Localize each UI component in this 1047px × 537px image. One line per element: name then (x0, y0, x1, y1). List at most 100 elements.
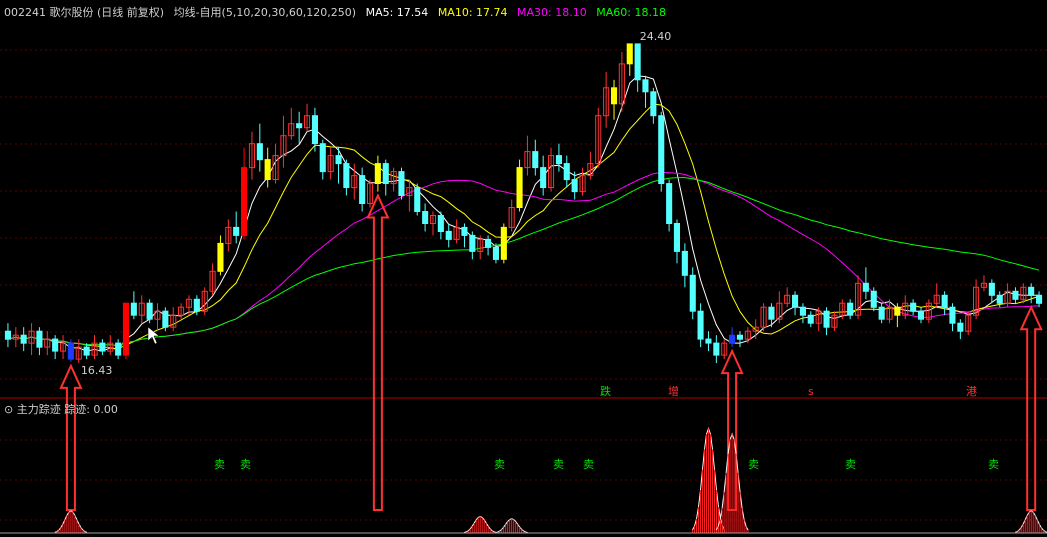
sell-label: 卖 (748, 458, 759, 471)
ma10-label: MA10: 17.74 (437, 6, 508, 19)
candle-body (122, 302, 130, 356)
price-annotation: 16.43 (81, 364, 113, 377)
candle-body (626, 43, 633, 65)
indicator-title: 主力踪迹 (16, 403, 61, 416)
candle-body (941, 294, 948, 308)
signal-mark-label: 跌 (600, 384, 611, 398)
candle-body (532, 151, 539, 169)
candle-body (681, 250, 688, 276)
candle-body (910, 302, 917, 312)
sell-label: 卖 (553, 458, 564, 471)
candle-body (422, 211, 429, 224)
candle-body (1012, 290, 1019, 300)
candle-body (461, 226, 468, 236)
sell-label: 卖 (494, 458, 505, 471)
sell-label: 卖 (845, 458, 856, 471)
candle-body (296, 123, 303, 129)
candle-body (319, 143, 326, 173)
candle-body (83, 346, 90, 356)
candle-body (957, 322, 964, 332)
candle-body (540, 167, 547, 189)
indicator-header: ⊙ 主力踪迹 踪迹: 0.00 (4, 401, 118, 417)
candle-body (658, 115, 665, 184)
candle-body (650, 91, 657, 117)
signal-mark-label: s (808, 385, 814, 398)
candle-body (359, 175, 366, 205)
candle-body (500, 226, 507, 260)
candle-body (115, 342, 122, 356)
candle-body (99, 342, 106, 352)
candle-body (1028, 286, 1035, 296)
candle-body (571, 179, 578, 193)
candle-body (847, 302, 854, 316)
candle-body (516, 167, 523, 209)
candle-body (862, 282, 869, 292)
candle-body (563, 163, 570, 181)
candle-body (689, 274, 696, 312)
candle-body (555, 155, 563, 165)
candle-body (20, 334, 27, 344)
candle-body (666, 183, 673, 225)
candle-body (642, 79, 649, 93)
ma-indicator-name: 均线-自用(5,10,20,30,60,120,250) (173, 6, 357, 19)
ma30-label: MA30: 18.10 (517, 6, 587, 19)
candle-body (673, 223, 681, 252)
candle-body (697, 310, 704, 340)
candle-body (611, 87, 618, 105)
candle-body (768, 306, 775, 320)
indicator-value: 踪迹: 0.00 (64, 403, 118, 416)
candle-body (233, 226, 240, 236)
candle-body (217, 242, 224, 272)
candle-body (4, 330, 11, 340)
stock-title: 002241 歌尔股份 (日线 前复权) (4, 6, 165, 19)
candle-body (485, 238, 492, 248)
candle-body (445, 230, 452, 240)
candle-body (256, 143, 263, 161)
stock-chart[interactable]: 24.40 16.43 卖 卖 卖 卖 卖 卖 卖 卖 跌 增 s 港 (0, 0, 1047, 537)
candle-body (713, 342, 720, 356)
candle-body (398, 171, 405, 197)
candle-body (988, 282, 995, 296)
candle-body (878, 306, 885, 320)
collapse-icon[interactable]: ⊙ (4, 403, 13, 416)
candle-body (949, 306, 956, 324)
price-annotation: 24.40 (640, 30, 672, 43)
candle-body (792, 294, 799, 308)
candle-body (705, 338, 712, 344)
candle-body (162, 310, 169, 328)
candle-body (823, 310, 830, 328)
candle-body (382, 163, 389, 185)
candle-body (894, 306, 901, 316)
candle-body (335, 155, 342, 165)
candle-body (343, 163, 350, 189)
candle-body (729, 334, 736, 344)
candle-body (414, 187, 421, 213)
candle-body (437, 215, 444, 232)
signal-mark-label: 增 (668, 384, 679, 398)
sell-label: 卖 (583, 458, 594, 471)
candle-body (634, 43, 641, 81)
sell-label: 卖 (214, 458, 225, 471)
sell-label: 卖 (240, 458, 251, 471)
candle-body (311, 115, 318, 145)
ma5-label: MA5: 17.54 (365, 6, 429, 19)
candle-body (917, 310, 925, 320)
buy-arrow-icon (366, 193, 390, 511)
candle-body (241, 167, 248, 236)
candle-body (130, 302, 137, 316)
candle-body (264, 159, 271, 181)
candle-body (52, 338, 59, 352)
signal-mark-label: 港 (966, 385, 977, 398)
candle-body (193, 298, 200, 312)
candle-body (996, 294, 1003, 304)
candle-body (807, 314, 814, 324)
candle-body (736, 334, 744, 340)
candle-body (870, 290, 877, 308)
candle-body (799, 306, 807, 316)
candle-body (1036, 294, 1043, 304)
candle-body (146, 302, 153, 320)
ma60-label: MA60: 18.18 (596, 6, 666, 19)
chart-header: 002241 歌尔股份 (日线 前复权) 均线-自用(5,10,20,30,60… (4, 4, 672, 20)
candle-body (374, 163, 381, 185)
sell-label: 卖 (988, 458, 999, 471)
